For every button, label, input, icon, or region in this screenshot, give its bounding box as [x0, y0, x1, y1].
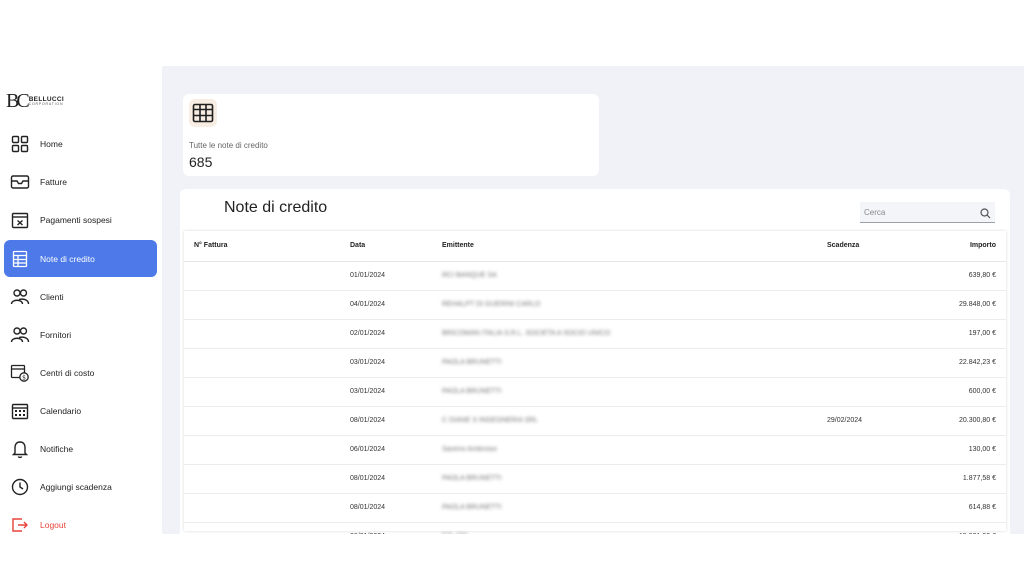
cell-importo: 197,00 € — [968, 330, 996, 337]
cell-data: 08/01/2024 — [350, 504, 386, 511]
sidebar-item-label: Pagamenti sospesi — [40, 214, 112, 225]
svg-text:$: $ — [22, 374, 26, 381]
table-icon — [10, 249, 30, 269]
inbox-icon — [10, 172, 30, 192]
logo-mark: BC — [6, 90, 30, 112]
calendar-icon — [10, 401, 30, 421]
table-row[interactable]: 08/01/2024 C DIANE S INGEGNERIA SRL 29/02/… — [184, 407, 1006, 436]
bell-icon — [10, 439, 30, 459]
cell-importo: 1.877,58 € — [962, 475, 996, 482]
credit-notes-table: N° Fattura Data Emittente Scadenza Impor… — [184, 231, 1006, 534]
cell-scadenza: 29/02/2024 — [827, 417, 863, 424]
table-header: N° Fattura Data Emittente Scadenza Impor… — [184, 231, 1006, 262]
column-header-importo[interactable]: Importo — [970, 242, 996, 249]
cell-data: 08/01/2024 — [350, 417, 386, 424]
cost-center-icon: $ — [10, 363, 30, 383]
sidebar-item-calendario[interactable]: Calendario — [4, 392, 157, 429]
sidebar-item-home[interactable]: Home — [4, 125, 157, 162]
sidebar-item-pagamenti-sospesi[interactable]: Pagamenti sospesi — [4, 201, 157, 238]
table-row[interactable]: 08/01/2024 PAOLA BRUNETTI 1.877,58 € — [184, 465, 1006, 494]
cell-importo: 639,80 € — [968, 272, 996, 279]
table-row[interactable]: 03/01/2024 PAOLA BRUNETTI 600,00 € — [184, 378, 1006, 407]
cell-data: 02/01/2024 — [350, 330, 386, 337]
table-icon — [189, 99, 217, 127]
cell-data: 03/01/2024 — [350, 359, 386, 366]
sidebar-item-label: Home — [40, 138, 63, 149]
app-window: BC BELLUCCI CORPORATION Home Fatture Pag… — [0, 66, 1024, 534]
users-icon — [10, 287, 30, 307]
cell-data: 04/01/2024 — [350, 301, 386, 308]
sidebar-item-clienti[interactable]: Clienti — [4, 278, 157, 315]
sidebar-item-label: Fornitori — [40, 329, 72, 340]
logout-icon — [10, 515, 30, 535]
table-row[interactable]: 08/01/2024 T.B. SRL 15.921,00 € — [184, 523, 1006, 534]
column-header-data[interactable]: Data — [350, 242, 365, 249]
cell-importo: 614,88 € — [968, 504, 996, 511]
cell-emittente: T.B. SRL — [442, 533, 470, 534]
table-row[interactable]: 01/01/2024 RCI BANQUE SA 639,80 € — [184, 262, 1006, 291]
sidebar-item-logout[interactable]: Logout — [4, 506, 157, 534]
cell-emittente: PAOLA BRUNETTI — [442, 388, 502, 395]
cell-data: 06/01/2024 — [350, 446, 386, 453]
cell-data: 08/01/2024 — [350, 533, 385, 534]
table-row[interactable]: 03/01/2024 PAOLA BRUNETTI 22.842,23 € — [184, 349, 1006, 378]
column-header-numero[interactable]: N° Fattura — [194, 242, 228, 249]
users-icon — [10, 325, 30, 345]
search-box[interactable] — [860, 202, 995, 223]
sidebar-item-note-di-credito[interactable]: Note di credito — [4, 240, 157, 277]
table-row[interactable]: 06/01/2024 Saverio Ambrosio 130,00 € — [184, 436, 1006, 465]
cell-emittente: Saverio Ambrosio — [442, 446, 497, 453]
column-header-scadenza[interactable]: Scadenza — [827, 242, 859, 249]
table-row[interactable]: 08/01/2024 PAOLA BRUNETTI 614,88 € — [184, 494, 1006, 523]
cell-data: 01/01/2024 — [350, 272, 386, 279]
table-row[interactable]: 04/01/2024 REHALPT DI GUERINI CARLO 29.848… — [184, 291, 1006, 320]
sidebar-item-label: Aggiungi scadenza — [40, 481, 112, 492]
cell-importo: 130,00 € — [968, 446, 996, 453]
sidebar-item-label: Calendario — [40, 405, 82, 416]
sidebar-item-label: Note di credito — [40, 253, 95, 264]
grid-icon — [10, 134, 30, 154]
cell-importo: 20.300,80 € — [959, 417, 996, 424]
sidebar-item-label: Clienti — [40, 291, 64, 302]
cell-data: 08/01/2024 — [350, 475, 386, 482]
cell-importo: 22.842,23 € — [959, 359, 996, 366]
search-icon[interactable] — [980, 206, 991, 224]
brand-logo[interactable]: BC BELLUCCI CORPORATION — [6, 90, 64, 113]
table-body: 01/01/2024 RCI BANQUE SA 639,80 € 04/01/202… — [184, 262, 1006, 534]
sidebar-item-centri-di-costo[interactable]: $ Centri di costo — [4, 354, 157, 391]
sidebar: BC BELLUCCI CORPORATION Home Fatture Pag… — [0, 66, 163, 534]
sidebar-item-label: Logout — [40, 519, 66, 530]
cell-emittente: REHALPT DI GUERINI CARLO — [442, 301, 541, 308]
cell-emittente: BRICOMAN ITALIA S.R.L. SOCIETA A SOCIO U… — [442, 330, 611, 337]
sidebar-item-notifiche[interactable]: Notifiche — [4, 430, 157, 467]
cell-emittente: C DIANE S INGEGNERIA SRL — [442, 417, 539, 424]
page-title: Note di credito — [224, 199, 328, 216]
cell-emittente: PAOLA BRUNETTI — [442, 359, 502, 366]
sidebar-item-fatture[interactable]: Fatture — [4, 163, 157, 200]
sidebar-item-label: Notifiche — [40, 443, 74, 454]
cell-importo: 600,00 € — [968, 388, 996, 395]
sidebar-item-label: Centri di costo — [40, 367, 95, 378]
cell-importo: 29.848,00 € — [959, 301, 996, 308]
sidebar-item-aggiungi-scadenza[interactable]: Aggiungi scadenza — [4, 468, 157, 505]
main-content: Tutte le note di credito 685 Note di cre… — [162, 66, 1024, 534]
summary-count: 685 — [189, 154, 213, 170]
calendar-x-icon — [10, 210, 30, 230]
clock-icon — [10, 477, 30, 497]
summary-card: Tutte le note di credito 685 — [183, 94, 599, 176]
cell-emittente: PAOLA BRUNETTI — [442, 504, 502, 511]
table-row[interactable]: 02/01/2024 BRICOMAN ITALIA S.R.L. SOCIETA… — [184, 320, 1006, 349]
column-header-emittente[interactable]: Emittente — [442, 242, 474, 249]
summary-label: Tutte le note di credito — [189, 141, 268, 150]
sidebar-item-label: Fatture — [40, 176, 67, 187]
sidebar-item-fornitori[interactable]: Fornitori — [4, 316, 157, 353]
logo-subtitle: CORPORATION — [28, 102, 64, 106]
cell-importo: 15.921,00 € — [959, 533, 996, 534]
cell-emittente: RCI BANQUE SA — [442, 272, 497, 279]
cell-data: 03/01/2024 — [350, 388, 386, 395]
search-input[interactable] — [860, 206, 976, 218]
credit-notes-panel: Note di credito N° Fattura Data Emittent… — [180, 189, 1010, 534]
cell-emittente: PAOLA BRUNETTI — [442, 475, 502, 482]
